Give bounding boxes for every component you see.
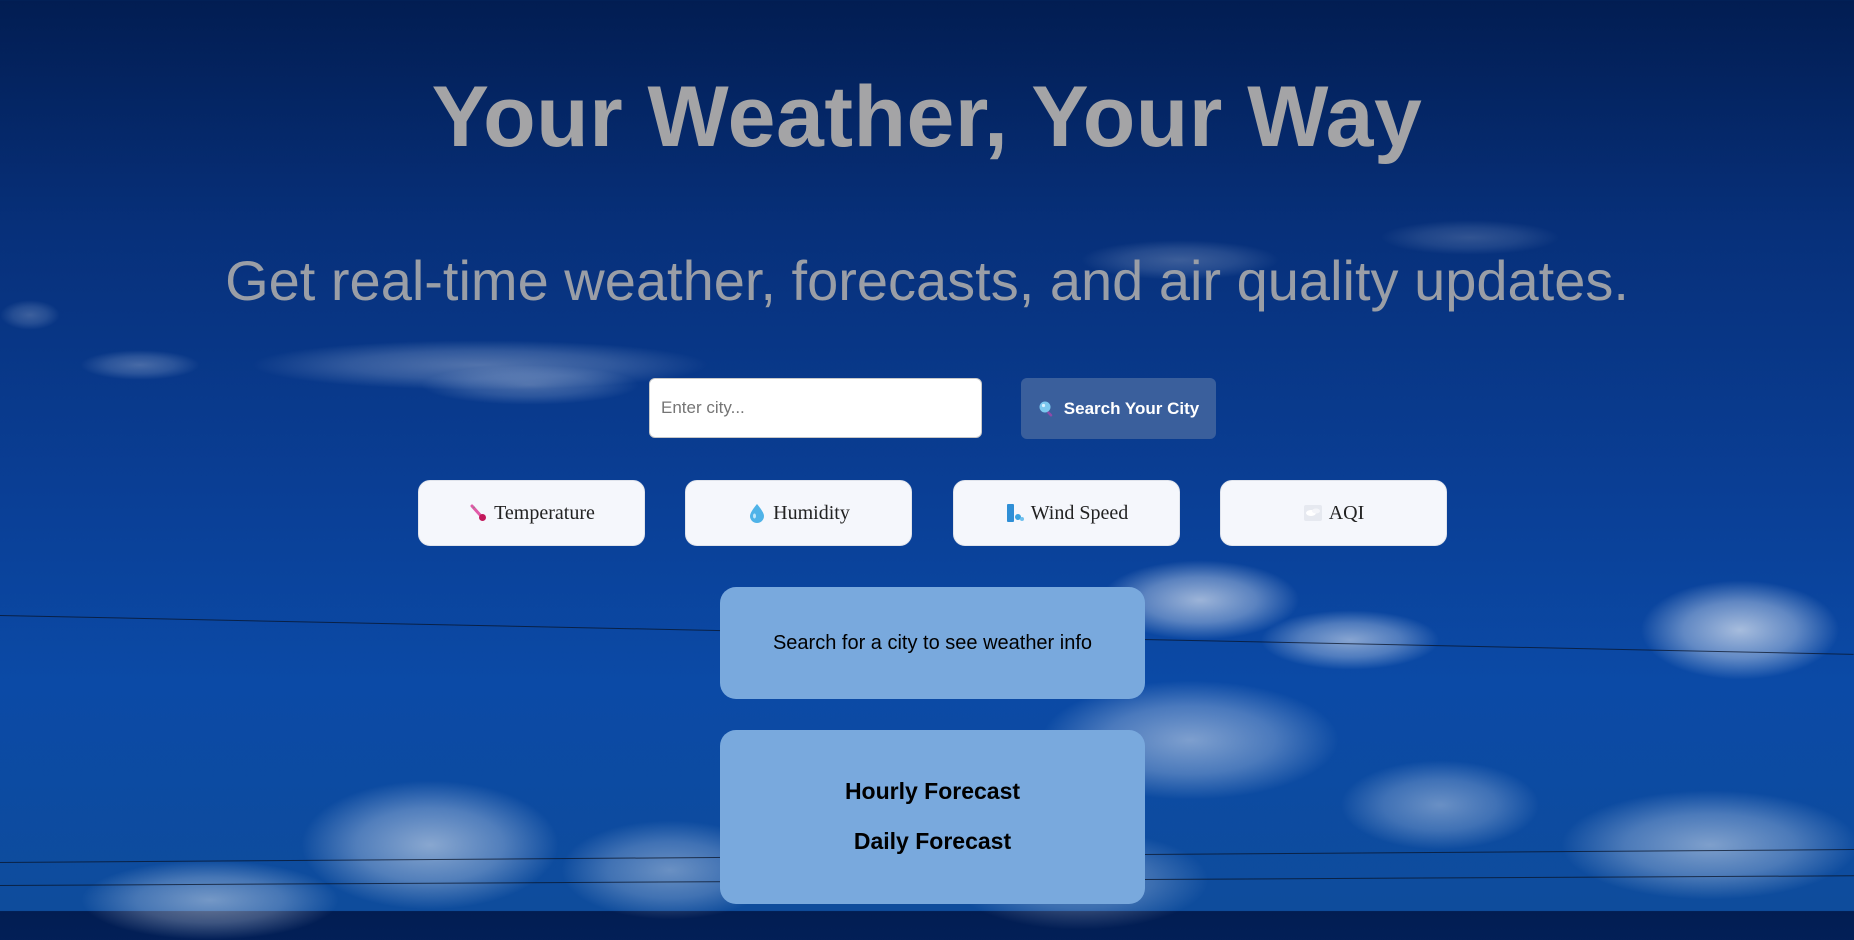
weather-info-message: Search for a city to see weather info (772, 631, 1093, 654)
hourly-forecast-heading[interactable]: Hourly Forecast (720, 778, 1145, 805)
wind-icon (1005, 503, 1025, 523)
wind-speed-button[interactable]: Wind Speed (953, 480, 1180, 546)
daily-forecast-heading[interactable]: Daily Forecast (720, 828, 1145, 855)
weather-info-card: Search for a city to see weather info (720, 587, 1145, 699)
magnifier-icon (1038, 400, 1056, 418)
humidity-button[interactable]: Humidity (685, 480, 912, 546)
droplet-icon (747, 503, 767, 523)
thermometer-icon (468, 503, 488, 523)
temperature-label: Temperature (494, 501, 595, 524)
search-city-button-label: Search Your City (1063, 398, 1200, 418)
humidity-label: Humidity (773, 501, 850, 524)
wind-speed-label: Wind Speed (1030, 501, 1129, 524)
page-content: Your Weather, Your Way Get real-time wea… (0, 0, 1854, 911)
page-title: Your Weather, Your Way (431, 69, 1423, 165)
page-subtitle: Get real-time weather, forecasts, and ai… (225, 249, 1629, 312)
temperature-button[interactable]: Temperature (418, 480, 645, 546)
forecast-card: Hourly Forecast Daily Forecast (720, 730, 1145, 904)
city-search-input[interactable] (649, 378, 982, 438)
aqi-label: AQI (1328, 501, 1365, 524)
fog-icon (1303, 503, 1323, 523)
aqi-button[interactable]: AQI (1220, 480, 1447, 546)
search-city-button[interactable]: Search Your City (1021, 378, 1216, 439)
